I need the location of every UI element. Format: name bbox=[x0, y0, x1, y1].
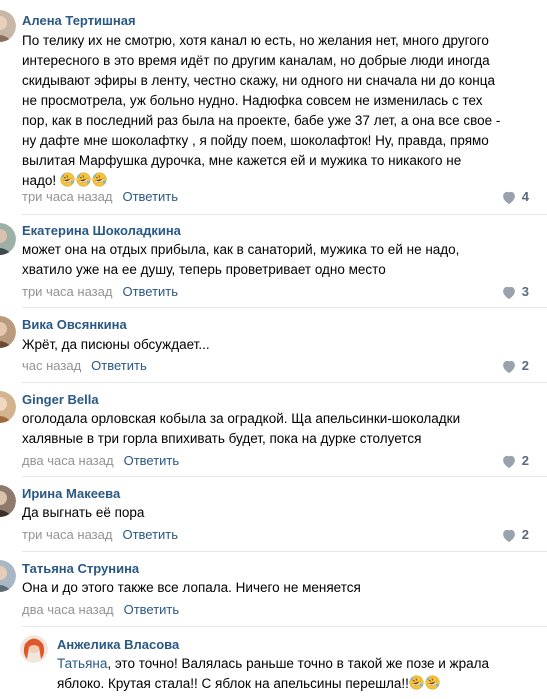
rofl-emoji-icon bbox=[76, 172, 91, 187]
avatar[interactable] bbox=[0, 316, 16, 348]
heart-icon bbox=[502, 191, 516, 204]
avatar[interactable] bbox=[0, 485, 16, 517]
comment-meta: три часа назад Ответить bbox=[22, 527, 178, 543]
avatar[interactable] bbox=[0, 391, 16, 423]
comment-meta: два часа назад Ответить bbox=[22, 602, 179, 618]
comment-item: Ирина Макеева Да выгнать её пора три час… bbox=[0, 477, 547, 552]
like-count: 3 bbox=[521, 284, 529, 299]
mention-link[interactable]: Татьяна bbox=[57, 656, 107, 671]
comment-text: Жрёт, да писюны обсуждает... bbox=[22, 337, 210, 352]
comment-item: Алена Тертишная По телику их не смотрю, … bbox=[0, 0, 547, 215]
comment-item: Татьяна Струнина Она и до этого также вс… bbox=[0, 552, 547, 627]
rofl-emoji-icon bbox=[92, 172, 107, 187]
comment-meta: час назад Ответить bbox=[22, 358, 147, 374]
heart-icon bbox=[502, 529, 516, 542]
comment-meta: три часа назад Ответить bbox=[22, 284, 178, 300]
reply-button[interactable]: Ответить bbox=[124, 602, 180, 617]
heart-icon bbox=[502, 286, 516, 299]
comment-text: Да выгнать её пора bbox=[22, 505, 145, 520]
like-button[interactable]: 3 bbox=[502, 284, 529, 300]
comment-time[interactable]: час назад bbox=[22, 358, 81, 373]
comment-author[interactable]: Ирина Макеева bbox=[22, 486, 120, 502]
heart-icon bbox=[502, 360, 516, 373]
reply-button[interactable]: Ответить bbox=[122, 284, 178, 299]
like-count: 4 bbox=[521, 189, 529, 204]
like-button[interactable]: 2 bbox=[502, 527, 529, 543]
reply-button[interactable]: Ответить bbox=[124, 453, 180, 468]
comment-text: По телику их не смотрю, хотя канал ю ест… bbox=[22, 33, 501, 188]
comment-time[interactable]: два часа назад bbox=[22, 453, 114, 468]
reply-comment-item: Анжелика Власова Татьяна, это точно! Вал… bbox=[0, 627, 547, 699]
comment-author[interactable]: Татьяна Струнина bbox=[22, 561, 139, 577]
comment-time[interactable]: три часа назад bbox=[22, 284, 112, 299]
comment-author[interactable]: Анжелика Власова bbox=[57, 637, 179, 653]
comment-author[interactable]: Алена Тертишная bbox=[22, 13, 136, 29]
rofl-emoji-icon bbox=[425, 675, 440, 690]
rofl-emoji-icon bbox=[60, 172, 75, 187]
comment-text: может она на отдых прибыла, как в санато… bbox=[22, 242, 460, 277]
comment-text: оголодала орловская кобыла за оградкой. … bbox=[22, 411, 461, 446]
comment-meta: два часа назад Ответить bbox=[22, 453, 179, 469]
comment-author[interactable]: Ginger Bella bbox=[22, 392, 99, 408]
like-count: 2 bbox=[521, 527, 529, 542]
comment-time[interactable]: три часа назад bbox=[22, 527, 112, 542]
avatar[interactable] bbox=[20, 635, 48, 663]
reply-button[interactable]: Ответить bbox=[91, 358, 147, 373]
reply-button[interactable]: Ответить bbox=[122, 189, 178, 204]
comment-author[interactable]: Екатерина Шоколадкина bbox=[22, 223, 181, 239]
avatar[interactable] bbox=[0, 560, 16, 592]
comment-item: Вика Овсянкина Жрёт, да писюны обсуждает… bbox=[0, 308, 547, 383]
avatar[interactable] bbox=[0, 223, 16, 255]
like-count: 2 bbox=[521, 358, 529, 373]
like-button[interactable]: 4 bbox=[502, 189, 529, 205]
comment-time[interactable]: два часа назад bbox=[22, 602, 114, 617]
avatar[interactable] bbox=[0, 10, 16, 42]
comment-time[interactable]: три часа назад bbox=[22, 189, 112, 204]
rofl-emoji-icon bbox=[409, 675, 424, 690]
heart-icon bbox=[502, 455, 516, 468]
like-button[interactable]: 2 bbox=[502, 453, 529, 469]
comment-meta: три часа назад Ответить bbox=[22, 189, 178, 205]
comment-author[interactable]: Вика Овсянкина bbox=[22, 317, 127, 333]
comment-item: Екатерина Шоколадкина может она на отдых… bbox=[0, 215, 547, 308]
reply-button[interactable]: Ответить bbox=[122, 527, 178, 542]
like-count: 2 bbox=[521, 453, 529, 468]
comment-item: Ginger Bella оголодала орловская кобыла … bbox=[0, 383, 547, 477]
like-button[interactable]: 2 bbox=[502, 358, 529, 374]
comment-text: Она и до этого также все лопала. Ничего … bbox=[22, 580, 361, 595]
comment-text: Татьяна, это точно! Валялась раньше точн… bbox=[57, 656, 489, 691]
